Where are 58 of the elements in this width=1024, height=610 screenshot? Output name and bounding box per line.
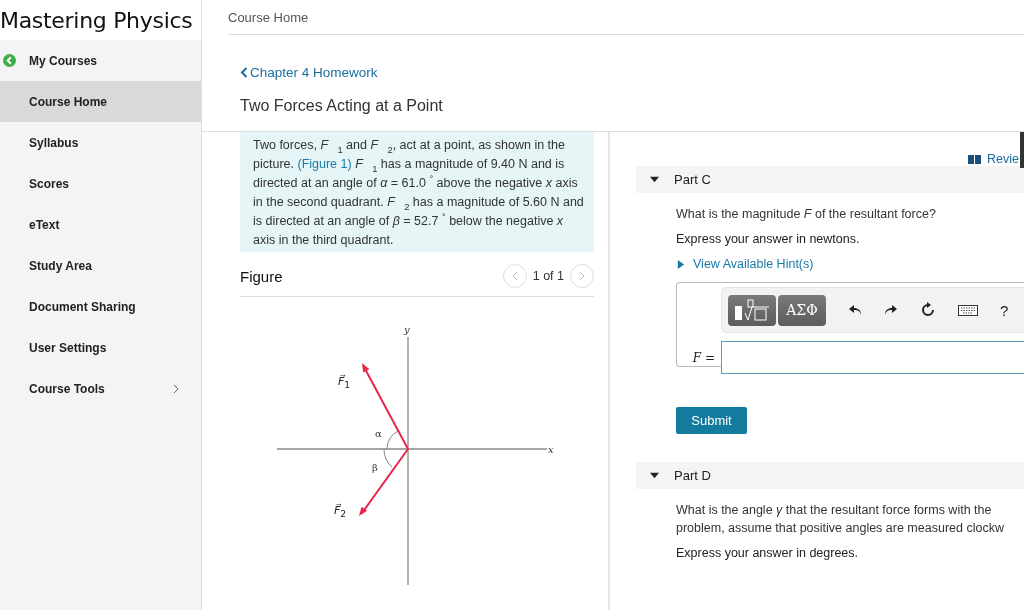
part-header[interactable]: Part D [636, 462, 1024, 489]
review-link[interactable]: Revie [968, 152, 1019, 166]
brand-title: Mastering Physics [0, 0, 201, 40]
help-button[interactable]: ? [1000, 301, 1009, 319]
part-header[interactable]: Part C [636, 166, 1024, 193]
caret-icon [650, 471, 659, 480]
sidebar-item[interactable]: User Settings [0, 327, 201, 368]
part-title: Part C [674, 172, 711, 187]
instruction-text: Express your answer in degrees. [676, 546, 860, 560]
figure-heading: Figure [240, 267, 283, 285]
caret-icon [676, 259, 685, 269]
vector-label: F⃗$_{2}$ [334, 504, 347, 517]
instruction-text: Express your answer in newtons. [676, 232, 861, 246]
question-text: What is the magnitude F of the resultant force? [676, 206, 937, 223]
undo-icon[interactable] [848, 303, 862, 317]
angle-label: α [375, 428, 382, 439]
sidebar-item[interactable]: My Courses [0, 40, 201, 81]
scroll-thumb[interactable] [1020, 132, 1024, 168]
templates-button[interactable] [728, 294, 776, 326]
sidebar-item[interactable]: Document Sharing [0, 286, 201, 327]
radical-icon [734, 299, 770, 321]
sidebar-item[interactable]: Scores [0, 163, 201, 204]
sidebar-item[interactable]: Course Tools [0, 368, 201, 409]
submit-button[interactable]: Submit [676, 407, 747, 434]
sidebar-item[interactable]: eText [0, 204, 201, 245]
angle-arc [386, 430, 399, 450]
answer-label: F = [691, 350, 715, 365]
force-arrow [359, 448, 409, 516]
sidebar-item[interactable]: Study Area [0, 245, 201, 286]
angle-label: β [372, 462, 378, 473]
chevron-icon [240, 67, 248, 78]
part-title: Part D [674, 468, 711, 483]
symbols-button[interactable]: ΑΣΦ [778, 294, 826, 326]
angle-arc [383, 448, 393, 468]
page-title: Two Forces Acting at a Point [240, 97, 444, 115]
chevron-icon [511, 271, 518, 281]
axis-label: y [404, 324, 410, 335]
vector-label: F⃗$_{1}$ [338, 375, 351, 388]
axis-label: x [548, 444, 554, 455]
back-link[interactable]: Chapter 4 Homework [240, 65, 378, 80]
back-icon [3, 54, 16, 67]
question-text: problem, assume that positive angles are measured clockw [676, 520, 1005, 537]
hint-link[interactable]: View Available Hint(s) [676, 257, 814, 271]
sidebar-item[interactable]: Course Home [0, 81, 201, 122]
reset-icon[interactable] [920, 302, 936, 318]
book-icon [968, 154, 982, 164]
question-text: What is the angle γ that the resultant force forms with the [676, 502, 993, 519]
figure-link[interactable]: (Figure 1) [297, 157, 352, 171]
answer-field[interactable] [721, 341, 1024, 374]
page-counter: 1 of 1 [532, 269, 564, 283]
chevron-icon [173, 383, 179, 394]
chevron-icon [579, 271, 585, 281]
redo-icon[interactable] [884, 303, 898, 317]
caret-icon [650, 175, 659, 184]
sidebar-item[interactable]: Syllabus [0, 122, 201, 163]
breadcrumb: Course Home [228, 9, 309, 25]
problem-text: Two forces, F⃗$_{1}$ and F⃗$_{2}$, act at a point, as shown in the picture. (Figure 1) F⃗$_{1}$ has a magnitude of 9.40 N and is directed at an angle of α = 61.0 $^{°}$ above the negative x axis in the second quadrant. F⃗$_{2}$ has a magnitude of 5.60 N and is directed at an angle of β = 52.7 $^{°}$ below the negative x axis in the third quadrant. [240, 132, 594, 252]
keyboard-icon[interactable] [958, 304, 978, 316]
